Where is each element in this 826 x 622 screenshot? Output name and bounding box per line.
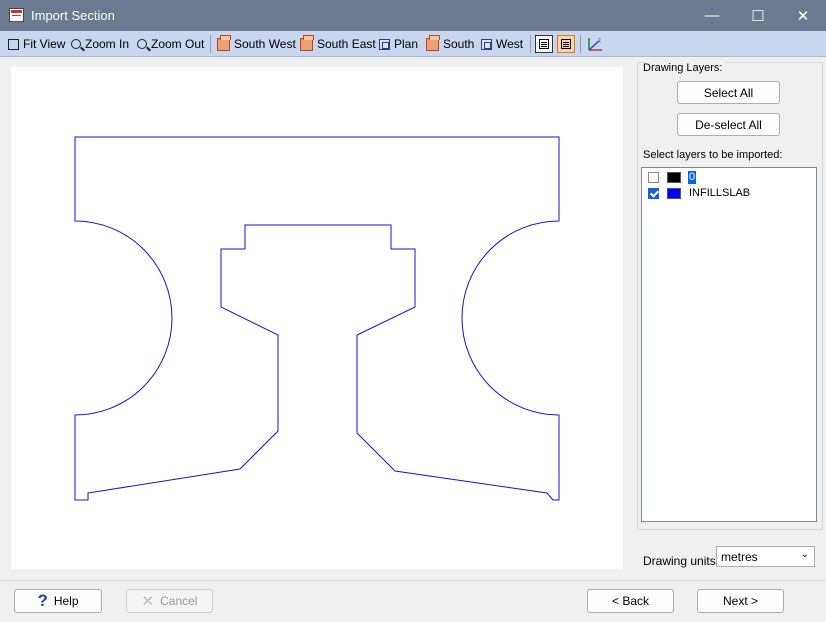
west-view-icon xyxy=(481,38,492,50)
back-button[interactable]: < Back xyxy=(587,589,674,613)
detail-view-toggle[interactable] xyxy=(557,35,575,53)
south-east-view-icon xyxy=(300,34,314,51)
cancel-label: Cancel xyxy=(160,594,198,608)
zoom-in-icon xyxy=(71,39,81,49)
close-button[interactable]: ✕ xyxy=(780,0,826,31)
plan-view-icon xyxy=(379,38,390,50)
layers-list[interactable]: 0 INFILLSLAB xyxy=(641,167,817,522)
help-label: Help xyxy=(53,594,79,608)
cancel-button[interactable]: ✕ Cancel xyxy=(126,589,213,613)
drawing-layers-label: Drawing Layers: xyxy=(643,62,725,74)
footer-divider xyxy=(0,580,826,581)
south-label: South xyxy=(443,37,475,51)
chevron-down-icon: ⌄ xyxy=(800,549,809,560)
app-icon xyxy=(9,8,24,22)
select-all-button[interactable]: Select All xyxy=(677,81,780,104)
south-view-icon xyxy=(426,34,440,51)
plan-label: Plan xyxy=(394,37,419,51)
detail-view-icon xyxy=(561,39,571,49)
toolbar-separator xyxy=(530,35,531,53)
help-icon: ? xyxy=(37,591,48,610)
maximize-button[interactable]: ☐ xyxy=(735,0,781,31)
axes-icon[interactable]: z xyxy=(585,35,605,53)
fit-view-button[interactable]: Fit View xyxy=(8,35,65,53)
layer-name: INFILLSLAB xyxy=(689,187,751,199)
layer-name: 0 xyxy=(688,171,697,184)
west-label: West xyxy=(496,37,524,51)
toolbar-separator xyxy=(210,35,211,53)
layer-row[interactable]: 0 xyxy=(648,171,808,185)
toolbar: Fit View Zoom In Zoom Out South West Sou… xyxy=(0,31,826,57)
toolbar-separator xyxy=(580,35,581,53)
fit-view-label: Fit View xyxy=(23,37,66,51)
west-button[interactable]: West xyxy=(481,35,523,53)
svg-text:z: z xyxy=(598,38,601,44)
layer-color-swatch xyxy=(667,172,681,183)
list-view-toggle[interactable] xyxy=(535,35,553,53)
layers-list-label: Select layers to be imported: xyxy=(643,149,783,161)
help-button[interactable]: ? Help xyxy=(14,589,102,613)
fit-view-icon xyxy=(8,38,19,50)
drawing-units-value: metres xyxy=(721,550,758,564)
south-button[interactable]: South xyxy=(426,34,475,53)
plan-button[interactable]: Plan xyxy=(379,35,418,53)
drawing-units-label: Drawing units: xyxy=(643,554,720,568)
layer-checkbox[interactable] xyxy=(648,188,659,199)
cancel-icon: ✕ xyxy=(141,593,155,610)
drawing-units-select[interactable]: metres ⌄ xyxy=(716,546,815,567)
zoom-out-button[interactable]: Zoom Out xyxy=(137,35,204,53)
south-west-label: South West xyxy=(234,37,296,51)
next-button[interactable]: Next > xyxy=(697,589,784,613)
layer-checkbox[interactable] xyxy=(648,172,659,183)
deselect-all-button[interactable]: De-select All xyxy=(677,113,780,136)
minimize-button[interactable]: — xyxy=(689,0,735,31)
drawing-canvas[interactable] xyxy=(11,67,623,569)
south-east-label: South East xyxy=(317,37,376,51)
section-outline xyxy=(74,136,560,501)
zoom-out-label: Zoom Out xyxy=(151,37,205,51)
south-west-button[interactable]: South West xyxy=(217,34,296,53)
zoom-in-label: Zoom In xyxy=(85,37,130,51)
south-west-view-icon xyxy=(217,34,231,51)
layer-color-swatch xyxy=(667,188,681,199)
south-east-button[interactable]: South East xyxy=(300,34,376,53)
section-drawing xyxy=(74,136,560,501)
zoom-in-button[interactable]: Zoom In xyxy=(71,35,129,53)
layer-row[interactable]: INFILLSLAB xyxy=(648,187,808,201)
zoom-out-icon xyxy=(137,39,147,49)
window-title: Import Section xyxy=(31,8,115,23)
title-bar: Import Section — ☐ ✕ xyxy=(0,0,826,31)
list-view-icon xyxy=(539,39,549,49)
